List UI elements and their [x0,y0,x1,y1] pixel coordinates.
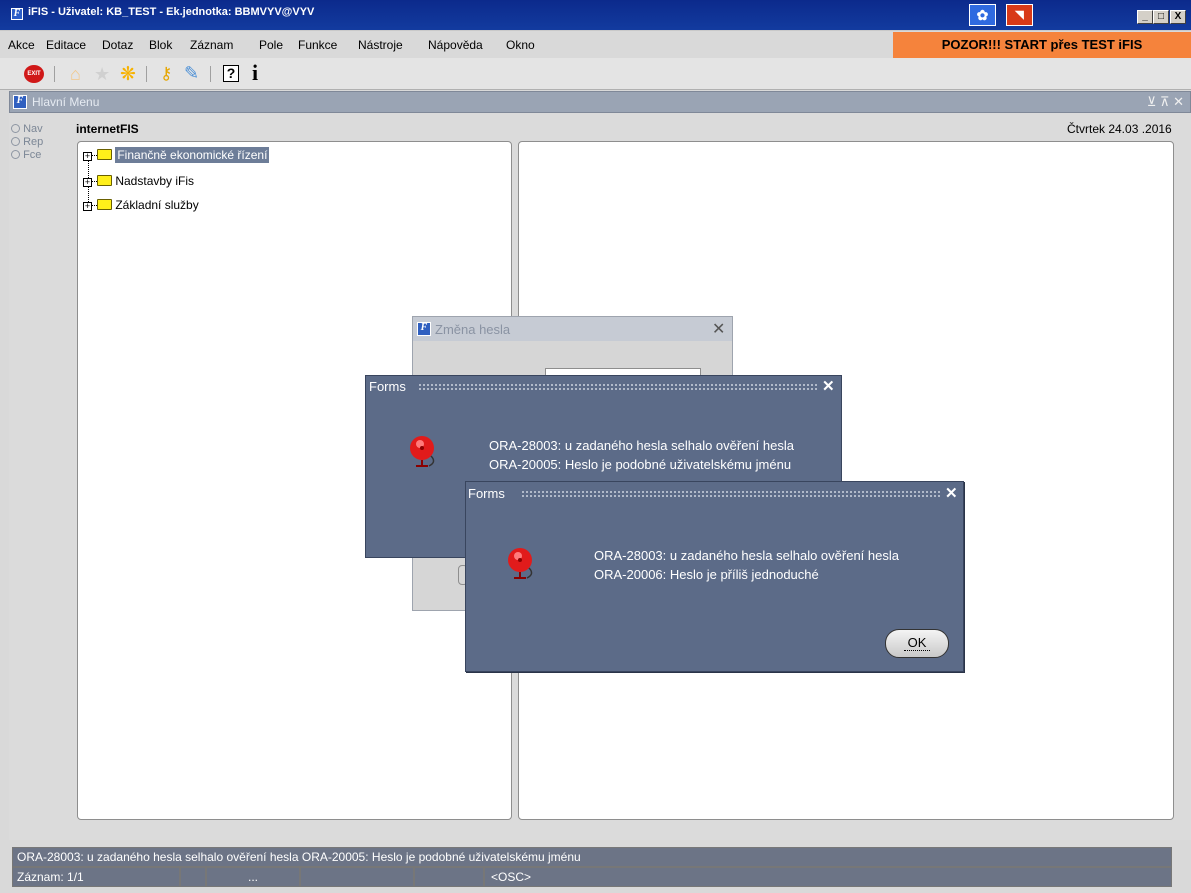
message-line-1: ORA-28003: u zadaného hesla selhalo ověř… [594,548,899,563]
ok-label: OK [903,635,931,651]
radio-rep[interactable]: Rep [11,136,43,149]
status-field-4 [300,867,414,887]
ok-button[interactable]: OK [885,629,949,658]
warning-banner: POZOR!!! START přes TEST iFIS [893,32,1191,58]
home-icon[interactable]: ⌂ [70,64,81,85]
inner-window-title: Hlavní Menu [32,95,100,109]
dialog-title: Forms [468,486,505,501]
star-icon[interactable]: ★ [94,64,110,85]
tree-item-label: Základní služby [115,198,199,212]
close-icon[interactable]: ✕ [822,377,835,395]
settings-icon[interactable]: ✿ [969,4,996,26]
dialog-message: ORA-28003: u zadaného hesla selhalo ověř… [489,436,794,474]
exit-icon[interactable]: EXIT [24,65,44,83]
toolbar: EXIT ⌂ ★ ❋ ⚷ ✎ ? i [0,58,1191,90]
menu-pole[interactable]: Pole [259,38,283,52]
app-icon: F [11,8,23,20]
radio-nav[interactable]: Nav [11,123,43,136]
radio-fce[interactable]: Fce [11,149,43,162]
app-icon: F [417,322,431,336]
radio-fce-label: Fce [23,149,42,161]
drag-handle[interactable] [521,490,941,499]
menu-napoveda[interactable]: Nápověda [428,38,483,52]
tree-icon[interactable]: ❋ [120,63,136,86]
tree-item-label: Nadstavby iFis [115,174,195,188]
status-field-2 [180,867,206,887]
toolbar-separator [54,66,55,82]
inner-window-titlebar: F Hlavní Menu ⊻ ⊼ ✕ [9,91,1191,113]
menu-funkce[interactable]: Funkce [298,38,337,52]
menu-zaznam[interactable]: Záznam [190,38,233,52]
expand-icon[interactable]: + [83,202,92,211]
folder-icon [97,175,112,186]
status-field-5 [414,867,484,887]
date-label: Čtvrtek 24.03 .2016 [1067,122,1172,136]
help-icon[interactable]: ? [223,65,239,82]
status-bar: ORA-28003: u zadaného hesla selhalo ověř… [9,840,1191,893]
key-icon[interactable]: ⚷ [160,64,172,84]
osc-indicator: <OSC> [484,867,1172,887]
record-indicator: Záznam: 1/1 [12,867,180,887]
password-dialog-titlebar: F Změna hesla ✕ [413,317,732,341]
status-field-3: ... [206,867,300,887]
menu-okno[interactable]: Okno [506,38,535,52]
menu-nastroje[interactable]: Nástroje [358,38,403,52]
expand-icon[interactable]: + [83,152,92,161]
close-icon[interactable]: ✕ [945,484,958,502]
toolbar-separator [210,66,211,82]
radio-rep-label: Rep [23,136,44,148]
maximize-button[interactable]: □ [1153,10,1169,24]
drag-handle[interactable] [418,383,818,392]
dialog-title: Forms [369,379,406,394]
dialog-message: ORA-28003: u zadaného hesla selhalo ověř… [594,546,899,584]
close-icon[interactable]: ✕ [712,319,725,339]
alarm-bell-icon [410,436,435,467]
status-message: ORA-28003: u zadaného hesla selhalo ověř… [12,847,1172,867]
minimize-button[interactable]: _ [1137,10,1153,24]
message-line-2: ORA-20005: Heslo je podobné uživatelském… [489,457,792,472]
close-button[interactable]: X [1170,10,1186,24]
password-dialog-title: Změna hesla [435,322,511,337]
alarm-bell-icon [508,548,533,579]
tree-item-financni[interactable]: + Finančně ekonomické řízení [83,147,270,166]
radio-group: Nav Rep Fce [11,123,43,162]
app-icon: F [13,95,27,109]
info-icon[interactable]: i [252,60,258,86]
menu-dotaz[interactable]: Dotaz [102,38,133,52]
title-bar: F iFIS - Uživatel: KB_TEST - Ek.jednotka… [0,0,1191,31]
menu-akce[interactable]: Akce [8,38,35,52]
inner-window-controls[interactable]: ⊻ ⊼ ✕ [1147,94,1184,110]
message-line-1: ORA-28003: u zadaného hesla selhalo ověř… [489,438,794,453]
app-name: internetFIS [76,122,139,136]
tree-item-nadstavby[interactable]: + Nadstavby iFis [83,174,194,192]
menu-editace[interactable]: Editace [46,38,86,52]
radio-nav-label: Nav [23,123,43,135]
message-line-2: ORA-20006: Heslo je příliš jednoduché [594,567,819,582]
menu-blok[interactable]: Blok [149,38,172,52]
tree-item-label: Finančně ekonomické řízení [115,147,270,163]
expand-icon[interactable]: + [83,178,92,187]
tools-icon[interactable]: ✎ [184,63,199,84]
toolbar-separator [146,66,147,82]
tree-item-zakladni[interactable]: + Základní služby [83,198,199,216]
window-title: iFIS - Uživatel: KB_TEST - Ek.jednotka: … [28,6,315,18]
folder-icon [97,199,112,210]
rss-icon[interactable]: ◥ [1006,4,1033,26]
folder-icon [97,149,112,160]
